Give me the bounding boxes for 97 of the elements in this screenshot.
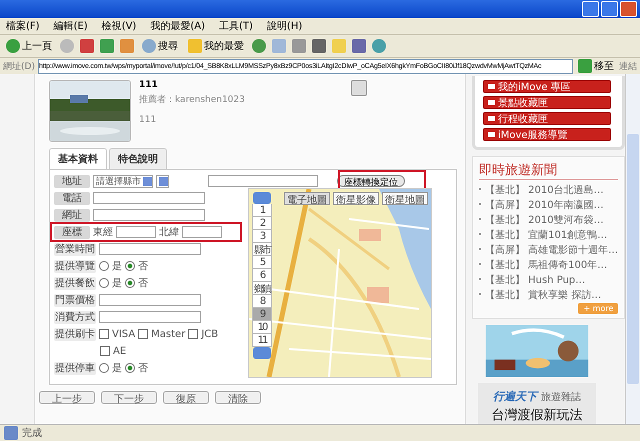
zoom-level[interactable]: 5 xyxy=(252,256,272,269)
menu-item[interactable]: 編輯(E) xyxy=(54,19,88,33)
favorites-button[interactable]: 我的最愛 xyxy=(186,39,246,53)
checkbox[interactable] xyxy=(100,346,110,356)
tab[interactable]: 特色說明 xyxy=(109,148,167,169)
input-field[interactable] xyxy=(99,243,201,255)
step-button[interactable]: 清除 xyxy=(215,391,261,404)
option-label: VISA xyxy=(112,328,136,340)
ad-headline: 台灣渡假新玩法 xyxy=(491,407,582,424)
item-title: 111 xyxy=(139,80,159,90)
zoom-level[interactable]: 3 xyxy=(252,230,272,243)
field-label: 提供餐飲 xyxy=(54,276,96,290)
field-label: 座標 xyxy=(54,226,90,238)
option-label: 是 xyxy=(112,277,122,290)
field-label: 消費方式 xyxy=(54,310,96,324)
convert-button[interactable]: 座標轉換定位 xyxy=(337,175,405,187)
input-field[interactable] xyxy=(99,311,201,323)
radio-button[interactable] xyxy=(125,278,135,288)
news-link[interactable]: 【基北】 賞秋享樂 探訪… xyxy=(478,288,618,302)
address-label: 網址(D) xyxy=(3,60,35,72)
input-field[interactable] xyxy=(116,226,156,238)
news-link[interactable]: 【基北】 2010台北過島… xyxy=(478,183,618,197)
field-label: 地址 xyxy=(54,174,90,188)
input-field[interactable] xyxy=(93,192,205,204)
zoom-level[interactable]: 縣市 xyxy=(252,243,272,256)
option-label: JCB xyxy=(201,328,218,340)
city-select[interactable]: 請選擇縣市 xyxy=(93,174,153,188)
status-text: 完成 xyxy=(22,426,42,440)
map-mode-button[interactable]: 衛星地圖 xyxy=(382,192,428,205)
go-button[interactable]: 移至 xyxy=(576,59,616,73)
input-field[interactable] xyxy=(93,209,205,221)
news-link[interactable]: 【基北】 宜蘭101創意鴨… xyxy=(478,228,618,242)
field-label: 網址 xyxy=(54,208,90,222)
radio-button[interactable] xyxy=(99,278,109,288)
tab[interactable]: 基本資料 xyxy=(49,148,107,169)
option-label: 否 xyxy=(138,362,148,375)
checkbox[interactable] xyxy=(138,329,148,339)
step-button[interactable]: 復原 xyxy=(163,391,209,404)
news-link[interactable]: 【高屏】 2010年南瀛國… xyxy=(478,198,618,212)
ad-brand: 行遍天下 xyxy=(492,389,537,404)
option-label: Master xyxy=(151,328,186,340)
input-field[interactable] xyxy=(182,226,222,238)
field-label: 提供停車 xyxy=(54,362,96,374)
field-label: 提供導覽 xyxy=(54,260,96,272)
zoom-level[interactable]: 8 xyxy=(252,295,272,308)
news-link[interactable]: 【高屏】 高雄電影節十週年… xyxy=(478,243,618,257)
radio-button[interactable] xyxy=(125,261,135,271)
zoom-level[interactable]: 1 xyxy=(252,204,272,217)
field-label: 營業時間 xyxy=(54,242,96,256)
field-label: 門票價格 xyxy=(54,294,96,306)
item-description: 111 xyxy=(139,115,158,125)
news-link[interactable]: 【基北】 2010雙河布袋… xyxy=(478,213,618,227)
map-mode-button[interactable]: 電子地圖 xyxy=(284,192,330,205)
zoom-level[interactable]: 10 xyxy=(252,321,272,334)
radio-button[interactable] xyxy=(125,363,135,373)
checkbox[interactable] xyxy=(99,329,109,339)
radio-button[interactable] xyxy=(99,261,109,271)
menu-item[interactable]: 說明(H) xyxy=(266,19,302,33)
sidebar-link[interactable]: iMove服務導覽 xyxy=(482,128,611,141)
zoom-level[interactable]: 6 xyxy=(252,269,272,282)
search-button[interactable]: 搜尋 xyxy=(140,39,180,53)
news-link[interactable]: 【基北】 馬祖傳奇100年… xyxy=(478,258,618,272)
menu-item[interactable]: 工具(T) xyxy=(219,19,253,33)
option-label: 是 xyxy=(112,260,122,273)
sidebar-link[interactable]: 景點收藏匣 xyxy=(482,96,611,109)
input-field[interactable] xyxy=(208,175,318,187)
checkbox[interactable] xyxy=(188,329,198,339)
map-mode-button[interactable]: 衛星影像 xyxy=(333,192,379,205)
zoom-level[interactable]: 2 xyxy=(252,217,272,230)
field-label: 提供刷卡 xyxy=(54,328,96,340)
links-label[interactable]: 連結 xyxy=(619,60,637,72)
recommender-text: 推薦者：karenshen1023 xyxy=(139,94,246,106)
option-label: 否 xyxy=(138,277,148,290)
sidebar-link[interactable]: 我的iMove 專區 xyxy=(482,80,611,93)
step-button[interactable]: 下一步 xyxy=(101,391,157,404)
field-label: 電話 xyxy=(54,192,90,204)
back-button[interactable]: 上一頁 xyxy=(4,39,54,53)
input-field[interactable] xyxy=(99,294,201,306)
option-label: 否 xyxy=(138,260,148,273)
menu-item[interactable]: 檔案(F) xyxy=(6,19,40,33)
radio-button[interactable] xyxy=(99,363,109,373)
option-label: 是 xyxy=(112,362,122,375)
menu-item[interactable]: 檢視(V) xyxy=(102,19,136,33)
zoom-level[interactable]: 11 xyxy=(252,334,272,347)
news-title: 即時旅遊新聞 xyxy=(478,161,618,180)
zoom-level[interactable]: 鄉鎮 xyxy=(252,282,272,295)
news-link[interactable]: 【基北】 Hush Pup… xyxy=(478,273,618,287)
zoom-level[interactable]: 9 xyxy=(252,308,272,321)
scrollbar[interactable] xyxy=(625,74,640,424)
field-label: 北緯 xyxy=(159,226,179,239)
menu-item[interactable]: 我的最愛(A) xyxy=(150,19,205,33)
ad-subtitle: 旅遊雜誌 xyxy=(540,390,581,404)
option-label: AE xyxy=(113,346,126,356)
district-select[interactable] xyxy=(156,174,169,188)
sidebar-link[interactable]: 行程收藏匣 xyxy=(482,112,611,125)
field-label: 東經 xyxy=(93,226,113,239)
step-button[interactable]: 上一步 xyxy=(39,391,95,404)
